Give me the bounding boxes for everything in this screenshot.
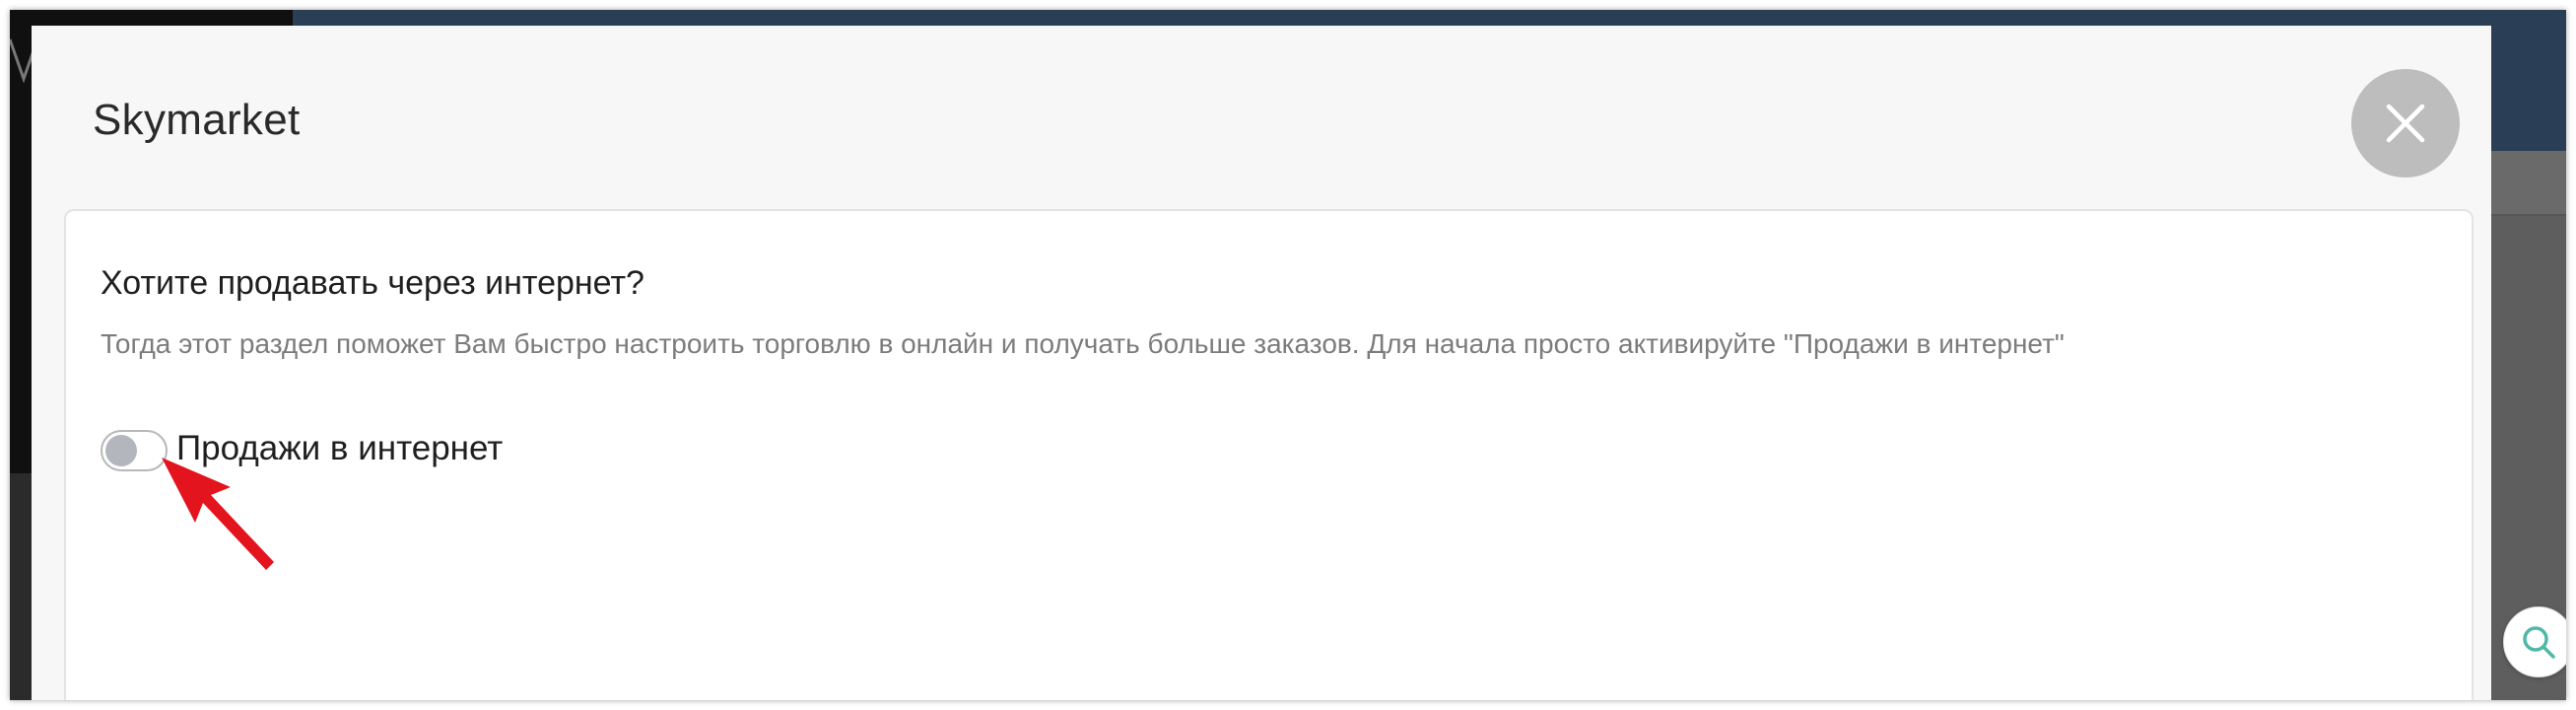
search-icon (2523, 626, 2555, 659)
background-sidebar-lower (10, 473, 32, 700)
settings-card: Хотите продавать через интернет? Тогда э… (64, 209, 2474, 700)
card-description: Тогда этот раздел поможет Вам быстро нас… (101, 328, 2065, 359)
close-button[interactable] (2351, 69, 2460, 178)
modal-title: Skymarket (93, 96, 301, 144)
modal-dialog: Skymarket Хотите продавать через интерне… (32, 26, 2491, 700)
app-window: Skymarket Хотите продавать через интерне… (10, 10, 2566, 700)
toggle-knob (105, 435, 137, 466)
close-icon (2386, 104, 2425, 143)
search-fab-button[interactable] (2503, 606, 2566, 677)
annotation-arrow-icon (162, 458, 274, 570)
card-heading: Хотите продавать через интернет? (101, 264, 644, 302)
